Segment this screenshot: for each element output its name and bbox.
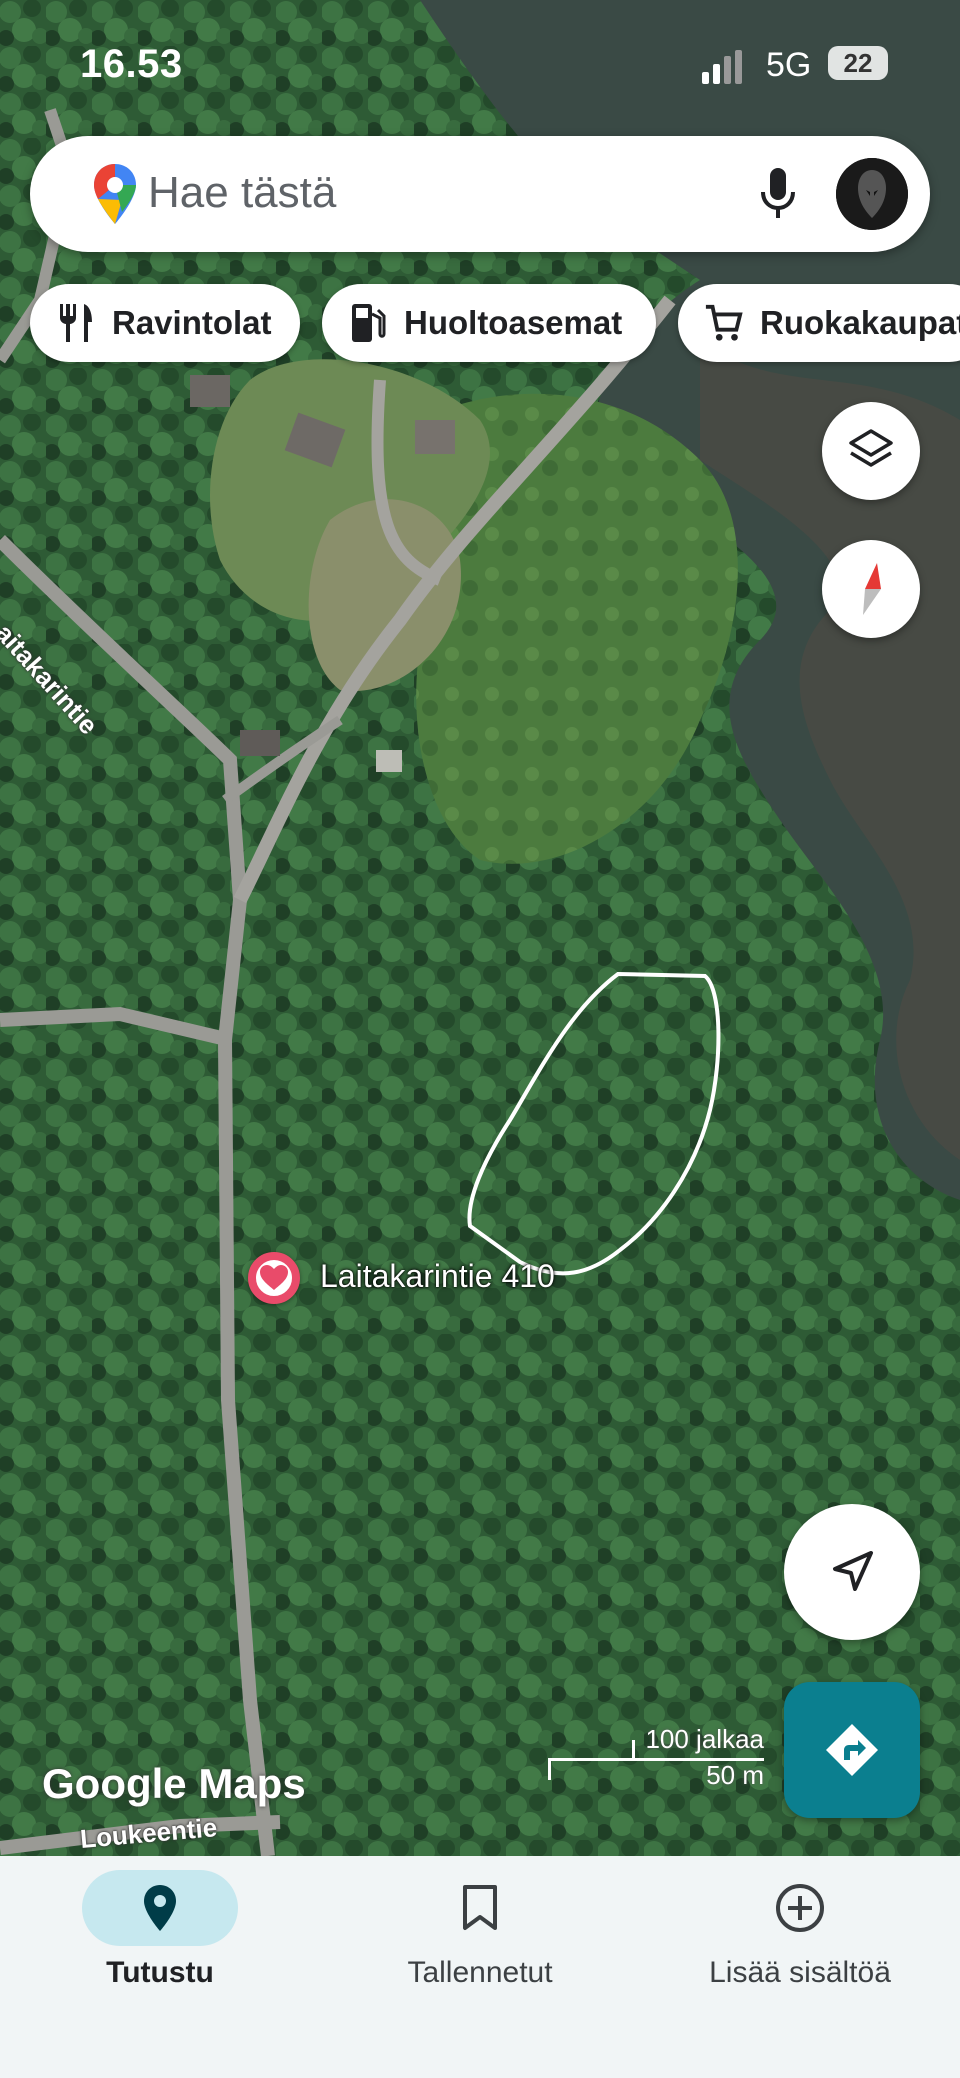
nav-saved[interactable]: Tallennetut: [320, 1856, 640, 2078]
restaurant-icon: [60, 304, 92, 342]
compass-button[interactable]: [822, 540, 920, 638]
signal-icon: [702, 50, 742, 84]
saved-place-label[interactable]: Laitakarintie 410: [320, 1258, 555, 1295]
nav-label: Lisää sisältöä: [709, 1956, 891, 1989]
navigation-arrow-icon: [833, 1551, 873, 1591]
bookmark-icon: [463, 1885, 497, 1930]
directions-button[interactable]: [784, 1682, 920, 1818]
directions-icon: [826, 1724, 878, 1776]
scale-metric: 50 m: [706, 1760, 764, 1790]
google-maps-logo-icon: [94, 164, 136, 224]
search-bar[interactable]: Hae tästä: [30, 136, 930, 252]
map-scale: 100 jalkaa 50 m: [548, 1724, 764, 1790]
saved-place-marker[interactable]: [248, 1252, 300, 1304]
chip-label: Huoltoasemat: [404, 304, 623, 341]
chip-label: Ravintolat: [112, 304, 272, 341]
chip-label: Ruokakaupat: [760, 304, 960, 341]
scale-imperial: 100 jalkaa: [645, 1724, 764, 1754]
heart-icon: [260, 1265, 288, 1290]
profile-picture-icon: [836, 158, 908, 230]
status-time: 16.53: [80, 42, 183, 86]
bottom-navigation: Tutustu Tallennetut Lisää sisältöä: [0, 1856, 960, 2078]
gas-station-icon: [352, 304, 386, 342]
layers-icon: [849, 429, 893, 467]
microphone-icon[interactable]: [758, 166, 798, 222]
status-bar: 16.53 5G 22: [0, 40, 960, 96]
chip-restaurants[interactable]: Ravintolat: [30, 284, 300, 362]
search-input[interactable]: Hae tästä: [148, 168, 336, 218]
nav-label: Tutustu: [106, 1956, 214, 1989]
nav-contribute[interactable]: Lisää sisältöä: [640, 1856, 960, 2078]
nav-label: Tallennetut: [407, 1956, 553, 1989]
network-type: 5G: [766, 46, 812, 84]
shopping-cart-icon: [705, 304, 743, 341]
my-location-button[interactable]: [784, 1504, 920, 1640]
google-maps-watermark: Google Maps: [42, 1760, 306, 1807]
nav-explore[interactable]: Tutustu: [0, 1856, 320, 2078]
avatar[interactable]: [836, 158, 908, 230]
add-circle-icon: [776, 1884, 824, 1932]
layers-button[interactable]: [822, 402, 920, 500]
location-pin-icon: [144, 1885, 176, 1931]
battery-indicator: 22: [828, 46, 888, 80]
compass-icon: [863, 563, 881, 615]
chip-gas-stations[interactable]: Huoltoasemat: [322, 284, 656, 362]
chip-grocery-stores[interactable]: Ruokakaupat: [678, 284, 960, 362]
